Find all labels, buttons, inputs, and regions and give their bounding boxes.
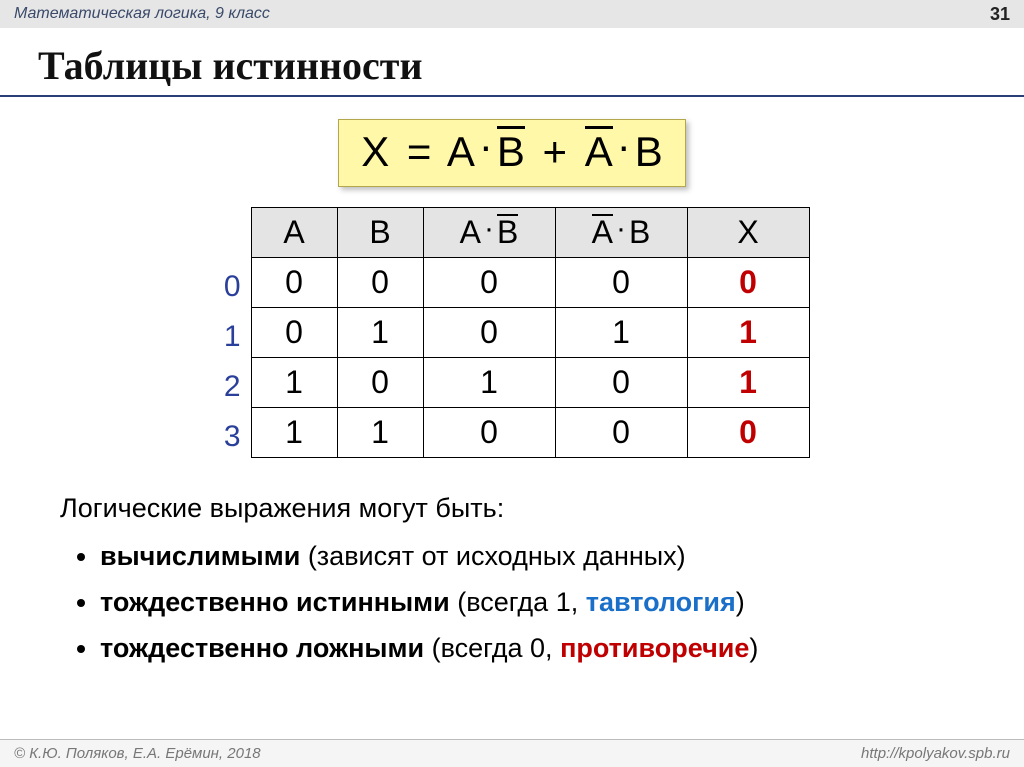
cell: 0 bbox=[423, 308, 555, 358]
hdr-B: B bbox=[629, 214, 650, 250]
cell: 0 bbox=[555, 408, 687, 458]
truth-table-area: 0 1 2 3 A B A·B A·B X 0 0 0 0 0 0 1 0 1 bbox=[0, 207, 1024, 462]
hdr-A: A bbox=[460, 214, 481, 250]
table-row: 1 1 0 0 0 bbox=[251, 408, 809, 458]
row-label: 3 bbox=[215, 412, 241, 462]
title-rule bbox=[0, 95, 1024, 97]
row-label: 0 bbox=[215, 262, 241, 312]
bullet-list: вычислимыми (зависят от исходных данных)… bbox=[60, 536, 1024, 670]
page-number: 31 bbox=[990, 4, 1010, 25]
footer-url: http://kpolyakov.spb.ru bbox=[861, 745, 1010, 762]
page-title: Таблицы истинности bbox=[38, 42, 1024, 89]
b3-mid: (всегда 0, bbox=[424, 633, 560, 663]
cell: 0 bbox=[337, 358, 423, 408]
cell: 1 bbox=[251, 408, 337, 458]
table-row: 0 0 0 0 0 bbox=[251, 258, 809, 308]
cell: 0 bbox=[251, 308, 337, 358]
cell-result: 1 bbox=[687, 358, 809, 408]
th-B: B bbox=[337, 208, 423, 258]
cell: 1 bbox=[423, 358, 555, 408]
table-row: 1 0 1 0 1 bbox=[251, 358, 809, 408]
th-AnotB: A·B bbox=[423, 208, 555, 258]
cell: 0 bbox=[337, 258, 423, 308]
dot-icon: · bbox=[613, 122, 635, 169]
cell: 0 bbox=[251, 258, 337, 308]
dot-icon: · bbox=[481, 212, 497, 245]
cell: 1 bbox=[555, 308, 687, 358]
list-item: тождественно ложными (всегда 0, противор… bbox=[100, 628, 1024, 670]
table-row: 0 1 0 1 1 bbox=[251, 308, 809, 358]
list-item: тождественно истинными (всегда 1, тавтол… bbox=[100, 582, 1024, 624]
formula-eq: = bbox=[401, 128, 438, 175]
row-label: 2 bbox=[215, 362, 241, 412]
b3-bold: тождественно ложными bbox=[100, 633, 424, 663]
formula-plus: + bbox=[537, 128, 574, 175]
cell: 1 bbox=[251, 358, 337, 408]
b1-bold: вычислимыми bbox=[100, 541, 300, 571]
b1-rest: (зависят от исходных данных) bbox=[300, 541, 685, 571]
formula-t1b-bar: B bbox=[497, 126, 525, 173]
b2-bold: тождественно истинными bbox=[100, 587, 450, 617]
intro-line: Логические выражения могут быть: bbox=[60, 488, 1024, 530]
th-notAB: A·B bbox=[555, 208, 687, 258]
cell: 0 bbox=[423, 408, 555, 458]
truth-table: A B A·B A·B X 0 0 0 0 0 0 1 0 1 1 1 0 bbox=[251, 207, 810, 458]
top-bar: Математическая логика, 9 класс 31 bbox=[0, 0, 1024, 28]
b2-end: ) bbox=[736, 587, 745, 617]
formula-t2b: B bbox=[635, 128, 663, 175]
cell: 0 bbox=[555, 358, 687, 408]
th-X: X bbox=[687, 208, 809, 258]
formula-lhs: X bbox=[361, 128, 389, 175]
dot-icon: · bbox=[613, 212, 629, 245]
formula-t1a: A bbox=[447, 128, 475, 175]
row-index-labels: 0 1 2 3 bbox=[215, 262, 241, 462]
footer-copyright: © К.Ю. Поляков, Е.А. Ерёмин, 2018 bbox=[14, 745, 261, 762]
cell: 1 bbox=[337, 308, 423, 358]
course-label: Математическая логика, 9 класс bbox=[14, 5, 270, 23]
table-header-row: A B A·B A·B X bbox=[251, 208, 809, 258]
hdr-notB: B bbox=[497, 214, 518, 248]
b3-term: противоречие bbox=[560, 633, 749, 663]
list-item: вычислимыми (зависят от исходных данных) bbox=[100, 536, 1024, 578]
cell: 1 bbox=[337, 408, 423, 458]
b2-mid: (всегда 1, bbox=[450, 587, 586, 617]
b2-term: тавтология bbox=[586, 587, 736, 617]
b3-end: ) bbox=[749, 633, 758, 663]
hdr-notA: A bbox=[592, 214, 613, 248]
formula-t2a-bar: A bbox=[585, 126, 613, 173]
formula-box: X = A·B + A·B bbox=[338, 119, 686, 187]
dot-icon: · bbox=[475, 122, 497, 169]
cell-result: 0 bbox=[687, 258, 809, 308]
row-label: 1 bbox=[215, 312, 241, 362]
cell-result: 1 bbox=[687, 308, 809, 358]
cell-result: 0 bbox=[687, 408, 809, 458]
cell: 0 bbox=[423, 258, 555, 308]
cell: 0 bbox=[555, 258, 687, 308]
footer-bar: © К.Ю. Поляков, Е.А. Ерёмин, 2018 http:/… bbox=[0, 739, 1024, 767]
th-A: A bbox=[251, 208, 337, 258]
body-text: Логические выражения могут быть: вычисли… bbox=[60, 488, 1024, 669]
